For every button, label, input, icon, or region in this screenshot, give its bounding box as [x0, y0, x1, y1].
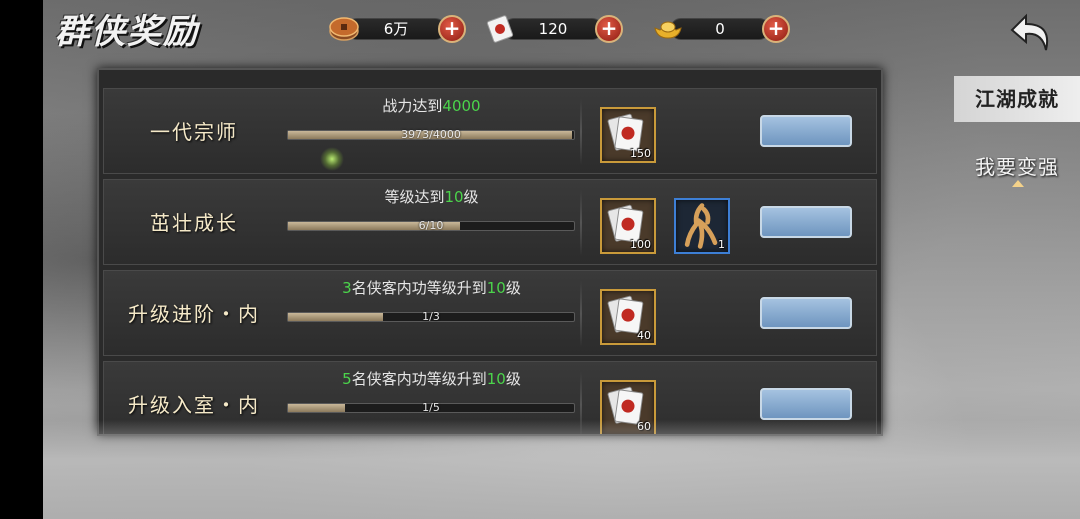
reward-item[interactable]: 100	[600, 198, 656, 254]
reward-item[interactable]: 40	[600, 289, 656, 345]
reward-item[interactable]: 1	[674, 198, 730, 254]
progress-bar: 1/3	[287, 310, 575, 323]
claim-button[interactable]	[760, 297, 852, 329]
add-gold-button[interactable]: +	[762, 15, 790, 43]
claim-button[interactable]	[760, 115, 852, 147]
coin-icon	[329, 17, 359, 41]
divider	[580, 372, 582, 434]
reward-item[interactable]: 150	[600, 107, 656, 163]
achievement-condition: 5名侠客内功等级升到10级	[342, 370, 521, 388]
reward-count: 1	[718, 238, 725, 251]
achievement-condition: 等级达到10级	[384, 188, 479, 206]
achievement-row: 升级入室・内 5名侠客内功等级升到10级 1/5 60	[103, 361, 877, 434]
vouchers-value: 120	[503, 18, 603, 40]
progress-bar: 1/5	[287, 401, 575, 414]
progress-text: 6/10	[418, 219, 444, 232]
reward-count: 60	[637, 420, 651, 433]
achievement-row: 升级进阶・内 3名侠客内功等级升到10级 1/3 40	[103, 270, 877, 356]
divider	[580, 190, 582, 256]
reward-item[interactable]: 60	[600, 380, 656, 434]
achievement-name: 一代宗师	[150, 120, 238, 144]
sparkle-effect	[320, 147, 344, 171]
resource-coins: 6万 +	[328, 14, 468, 43]
progress-bar: 3973/4000	[287, 128, 575, 141]
tab-indicator-arrow	[1012, 180, 1024, 187]
achievement-condition: 3名侠客内功等级升到10级	[342, 279, 521, 297]
claim-button[interactable]	[760, 388, 852, 420]
divider	[580, 281, 582, 347]
achievement-row: 茁壮成长 等级达到10级 6/10 100 1	[103, 179, 877, 265]
claim-button[interactable]	[760, 206, 852, 238]
progress-text: 3973/4000	[401, 128, 461, 141]
achievement-list[interactable]: 一代宗师 战力达到4000 3973/4000 150 茁壮成长 等级达到10级…	[103, 88, 877, 434]
achievement-name: 升级进阶・内	[128, 302, 260, 326]
achievement-row: 一代宗师 战力达到4000 3973/4000 150	[103, 88, 877, 174]
coins-value: 6万	[346, 18, 446, 40]
back-arrow-icon[interactable]	[1008, 8, 1058, 58]
page-title: 群侠奖励	[55, 12, 199, 52]
resource-gold: 0 +	[652, 14, 792, 43]
resource-vouchers: 120 +	[485, 14, 625, 43]
progress-text: 1/5	[422, 401, 440, 414]
tab-jianghu-achievements[interactable]: 江湖成就	[954, 76, 1080, 122]
achievement-condition: 战力达到4000	[382, 97, 481, 115]
gold-value: 0	[670, 18, 770, 40]
progress-bar: 6/10	[287, 219, 575, 232]
progress-text: 1/3	[422, 310, 440, 323]
reward-count: 150	[630, 147, 651, 160]
add-coins-button[interactable]: +	[438, 15, 466, 43]
gold-ingot-icon	[654, 21, 682, 39]
reward-count: 100	[630, 238, 651, 251]
divider	[580, 99, 582, 165]
achievement-panel: 一代宗师 战力达到4000 3973/4000 150 茁壮成长 等级达到10级…	[97, 68, 883, 436]
add-vouchers-button[interactable]: +	[595, 15, 623, 43]
reward-count: 40	[637, 329, 651, 342]
achievement-name: 升级入室・内	[128, 393, 260, 417]
achievement-name: 茁壮成长	[150, 211, 238, 235]
voucher-icon	[486, 15, 514, 43]
